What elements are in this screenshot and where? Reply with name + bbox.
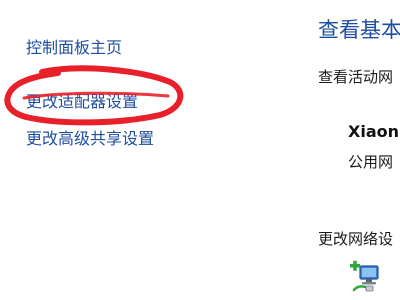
sidebar-item-change-advanced-sharing[interactable]: 更改高级共享设置 <box>26 125 154 149</box>
page-title: 查看基本 <box>318 18 400 42</box>
network-type-link[interactable]: 公用网 <box>348 151 393 172</box>
change-network-settings-heading: 更改网络设 <box>318 230 394 248</box>
sidebar-item-control-panel-home[interactable]: 控制面板主页 <box>26 34 122 58</box>
active-networks-heading: 查看活动网 <box>318 68 394 86</box>
network-name: Xiaon <box>348 122 399 141</box>
main-content: 查看基本 查看活动网 Xiaon 公用网 更改网络设 <box>318 0 400 300</box>
sidebar-item-change-adapter-settings[interactable]: 更改适配器设置 <box>26 88 138 112</box>
network-setup-icon[interactable] <box>348 260 384 296</box>
control-panel-page: 控制面板主页 更改适配器设置 更改高级共享设置 查看基本 查看活动网 Xiaon… <box>0 0 400 300</box>
sidebar: 控制面板主页 更改适配器设置 更改高级共享设置 <box>0 0 300 300</box>
